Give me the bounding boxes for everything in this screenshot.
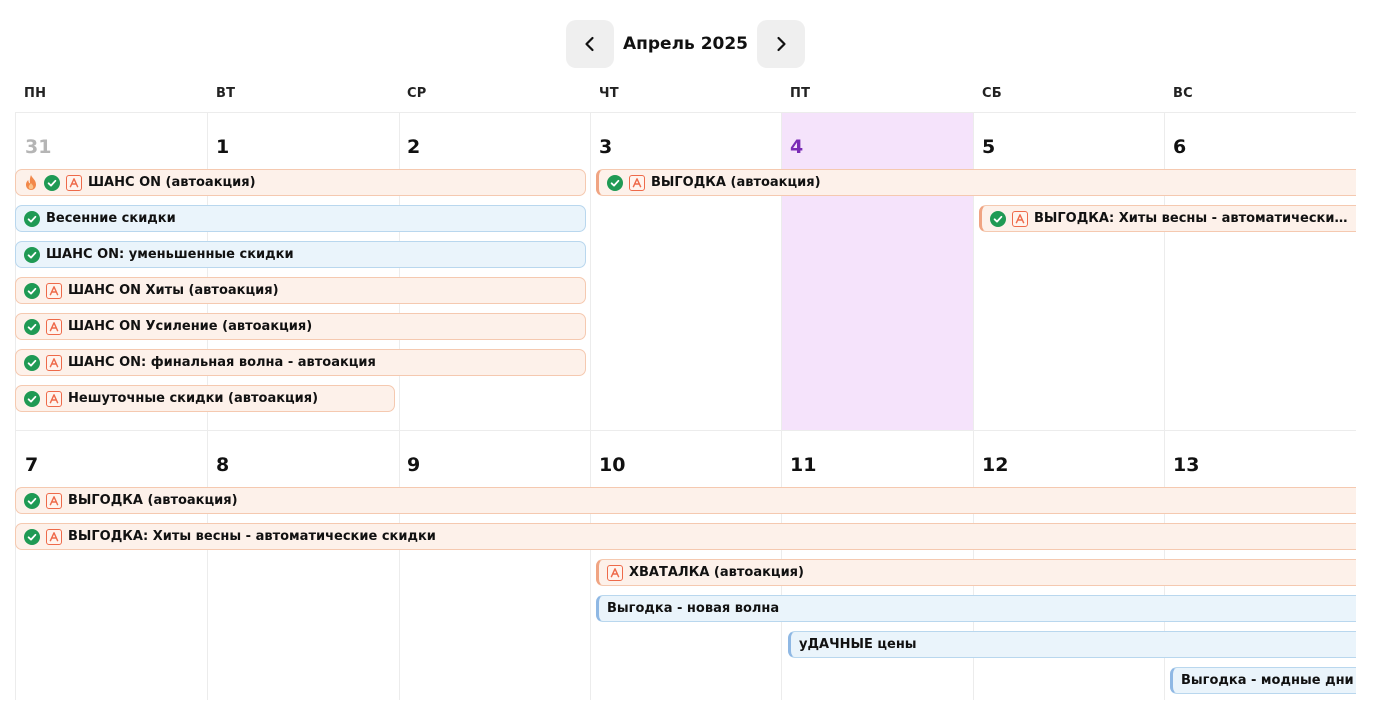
day-number: 31 (25, 136, 52, 158)
event-label: ВЫГОДКА (автоакция) (68, 493, 238, 508)
day-cell-6[interactable] (1164, 112, 1356, 430)
prev-month-button[interactable] (566, 20, 614, 68)
day-number-today: 4 (790, 136, 804, 158)
day-number: 2 (407, 136, 421, 158)
event-label: ВЫГОДКА (автоакция) (651, 175, 821, 190)
weekday-wed: СР (407, 86, 427, 101)
day-number: 12 (982, 454, 1009, 476)
day-number: 13 (1173, 454, 1200, 476)
day-number: 10 (599, 454, 626, 476)
event-label: ШАНС ON: уменьшенные скидки (46, 247, 294, 262)
chevron-right-icon (777, 36, 786, 52)
event-shans-on-reduced[interactable]: ШАНС ON: уменьшенные скидки (15, 241, 586, 268)
weekday-tue: ВТ (216, 86, 236, 101)
event-spring-discounts[interactable]: Весенние скидки (15, 205, 586, 232)
event-label: Выгодка - модные дни (1181, 673, 1354, 688)
day-cell-7[interactable] (15, 430, 207, 700)
day-cell-1[interactable] (207, 112, 399, 430)
weekday-thu: ЧТ (599, 86, 619, 101)
event-vygodka-spring-hits[interactable]: ВЫГОДКА: Хиты весны - автоматические ск.… (979, 205, 1356, 232)
weekday-sun: ВС (1173, 86, 1193, 101)
day-number: 6 (1173, 136, 1187, 158)
auto-action-icon (46, 492, 62, 509)
check-circle-icon (24, 528, 40, 545)
fire-icon (26, 175, 36, 190)
event-serious-discounts[interactable]: Нешуточные скидки (автоакция) (15, 385, 395, 412)
event-shans-on-auto[interactable]: ШАНС ON (автоакция) (15, 169, 586, 196)
event-vygodka-auto[interactable]: ВЫГОДКА (автоакция) (596, 169, 1356, 196)
event-shans-on-hits[interactable]: ШАНС ON Хиты (автоакция) (15, 277, 586, 304)
check-circle-icon (24, 246, 40, 263)
event-vygodka-auto-week2[interactable]: ВЫГОДКА (автоакция) (15, 487, 1356, 514)
auto-action-icon (46, 528, 62, 545)
event-label: ШАНС ON (автоакция) (88, 175, 256, 190)
day-cell-4-today[interactable] (781, 112, 973, 430)
check-circle-icon (24, 354, 40, 371)
event-label: ШАНС ON: финальная волна - автоакция (68, 355, 376, 370)
event-label: ВЫГОДКА: Хиты весны - автоматические ск.… (1034, 211, 1356, 226)
check-circle-icon (24, 210, 40, 227)
event-vygodka-new-wave[interactable]: Выгодка - новая волна (596, 595, 1356, 622)
event-shans-on-final-wave[interactable]: ШАНС ON: финальная волна - автоакция (15, 349, 586, 376)
day-number: 9 (407, 454, 421, 476)
day-cell-3[interactable] (590, 112, 781, 430)
check-circle-icon (44, 174, 60, 191)
check-circle-icon (990, 210, 1006, 227)
event-vygodka-spring-hits-week2[interactable]: ВЫГОДКА: Хиты весны - автоматические ски… (15, 523, 1356, 550)
auto-action-icon (46, 390, 62, 407)
check-circle-icon (24, 390, 40, 407)
event-label: Весенние скидки (46, 211, 176, 226)
day-number: 11 (790, 454, 817, 476)
event-label: ШАНС ON Усиление (автоакция) (68, 319, 313, 334)
event-label: ХВАТАЛКА (автоакция) (629, 565, 804, 580)
check-circle-icon (24, 492, 40, 509)
day-cell-31[interactable] (15, 112, 207, 430)
day-number: 3 (599, 136, 613, 158)
auto-action-icon (46, 318, 62, 335)
month-title: Апрель 2025 (622, 34, 749, 54)
event-label: уДАЧНЫЕ цены (799, 637, 917, 652)
event-label: Нешуточные скидки (автоакция) (68, 391, 319, 406)
check-circle-icon (24, 282, 40, 299)
auto-action-icon (607, 564, 623, 581)
event-label: ВЫГОДКА: Хиты весны - автоматические ски… (68, 529, 436, 544)
event-label: Выгодка - новая волна (607, 601, 780, 616)
chevron-left-icon (585, 36, 594, 52)
auto-action-icon (46, 354, 62, 371)
weekday-sat: СБ (982, 86, 1002, 101)
day-number: 8 (216, 454, 230, 476)
next-month-button[interactable] (757, 20, 805, 68)
day-cell-9[interactable] (399, 430, 590, 700)
event-vygodka-fashion-days[interactable]: Выгодка - модные дни (1170, 667, 1356, 694)
weekday-mon: ПН (24, 86, 47, 101)
day-number: 7 (25, 454, 39, 476)
day-cell-8[interactable] (207, 430, 399, 700)
auto-action-icon (46, 282, 62, 299)
check-circle-icon (607, 174, 623, 191)
check-circle-icon (24, 318, 40, 335)
auto-action-icon (66, 174, 82, 191)
event-label: ШАНС ON Хиты (автоакция) (68, 283, 279, 298)
auto-action-icon (1012, 210, 1028, 227)
auto-action-icon (629, 174, 645, 191)
day-number: 1 (216, 136, 230, 158)
weekday-fri: ПТ (790, 86, 811, 101)
day-cell-5[interactable] (973, 112, 1164, 430)
day-cell-2[interactable] (399, 112, 590, 430)
event-shans-on-boost[interactable]: ШАНС ON Усиление (автоакция) (15, 313, 586, 340)
event-lucky-prices[interactable]: уДАЧНЫЕ цены (788, 631, 1356, 658)
event-khvatalka-auto[interactable]: ХВАТАЛКА (автоакция) (596, 559, 1356, 586)
day-number: 5 (982, 136, 996, 158)
